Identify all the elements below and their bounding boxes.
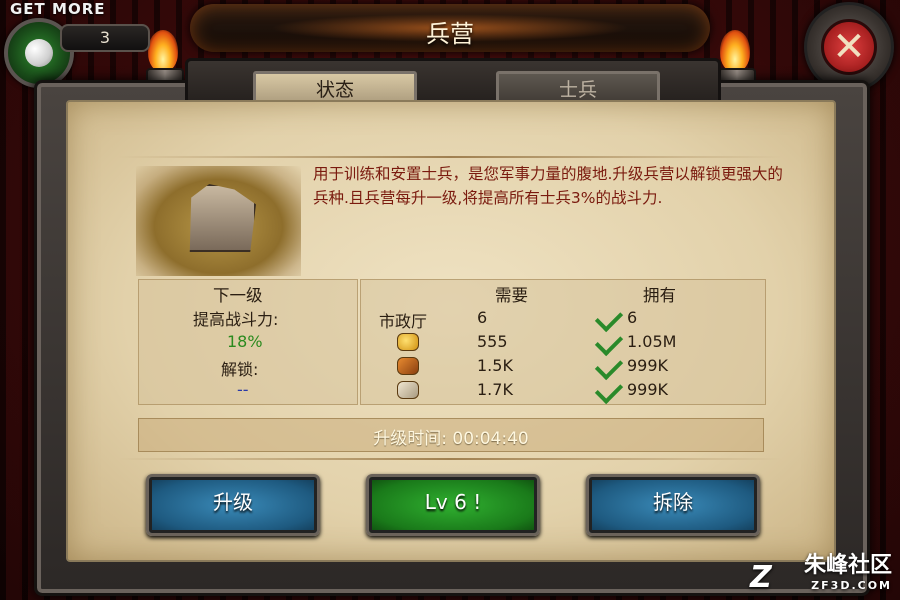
upgrade-button[interactable]: 升级 [146, 474, 320, 536]
upgrade-time: 升级时间: 00:04:40 [373, 429, 529, 449]
requirements-panel: 需要 拥有 市政厅 6 6 555 1.05M 1.5K 999K 1.7K 9… [360, 279, 766, 405]
get-more-widget[interactable]: 3 GET MORE [0, 0, 150, 90]
check-icon [594, 303, 624, 333]
req-name-town-hall: 市政厅 [379, 312, 428, 331]
close-icon: ✕ [821, 19, 877, 75]
have-header: 拥有 [643, 286, 676, 305]
parchment-panel: 用于训练和安置士兵，是您军事力量的腹地.升级兵营以解锁更强大的兵种.且兵营每升一… [66, 100, 836, 562]
req-have: 999K [627, 356, 669, 375]
building-description: 用于训练和安置士兵，是您军事力量的腹地.升级兵营以解锁更强大的兵种.且兵营每升一… [313, 165, 783, 207]
req-need: 555 [477, 332, 508, 351]
watermark-sub: ZF3D.COM [811, 579, 892, 592]
level-button[interactable]: Lv 6 ! [366, 474, 540, 536]
req-need: 1.5K [477, 356, 513, 375]
divider [118, 458, 782, 460]
check-icon [594, 351, 624, 381]
barracks-image [136, 166, 301, 276]
req-have: 1.05M [627, 332, 677, 351]
title-bar: 兵营 [190, 4, 710, 52]
watermark-main: 朱峰社区 [803, 553, 892, 578]
get-more-label[interactable]: GET MORE [10, 0, 106, 18]
watermark-logo-icon: Z [750, 560, 772, 595]
unlock-label: 解锁: [221, 360, 259, 379]
pearl-count: 3 [99, 28, 111, 47]
req-need: 1.7K [477, 380, 513, 399]
req-have: 999K [627, 380, 669, 399]
barracks-building-icon [189, 184, 256, 252]
check-icon [594, 375, 624, 405]
demolish-button[interactable]: 拆除 [586, 474, 760, 536]
unlock-value: -- [237, 380, 249, 399]
next-level-panel: 下一级 提高战斗力: 18% 解锁: -- [138, 279, 358, 405]
wood-icon [397, 357, 419, 375]
close-button[interactable]: ✕ [804, 2, 894, 92]
req-have: 6 [627, 308, 638, 327]
power-value: 18% [227, 332, 263, 351]
need-header: 需要 [495, 286, 528, 305]
pearl-count-box: 3 [60, 24, 150, 52]
upgrade-time-bar: 升级时间: 00:04:40 [138, 418, 764, 452]
watermark: 朱峰社区 ZF3D.COM [803, 553, 892, 596]
divider [118, 156, 782, 158]
stone-icon [397, 381, 419, 399]
pearl-icon [25, 39, 53, 67]
page-title: 兵营 [426, 20, 474, 48]
req-need: 6 [477, 308, 488, 327]
power-label: 提高战斗力: [193, 310, 279, 329]
check-icon [594, 327, 624, 357]
gold-icon [397, 333, 419, 351]
next-level-header: 下一级 [213, 286, 263, 305]
